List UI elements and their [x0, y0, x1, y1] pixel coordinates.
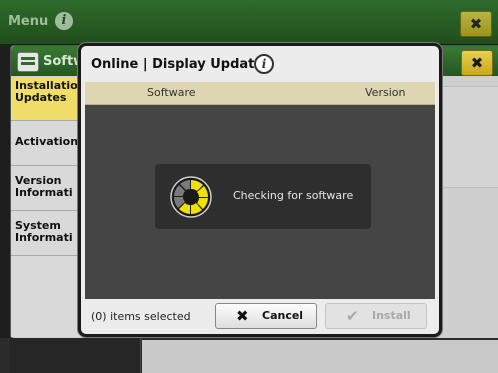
install-button-label: Install	[372, 309, 411, 322]
close-icon[interactable]: ✖	[460, 11, 492, 37]
content-panel	[441, 86, 498, 188]
info-icon[interactable]: i	[254, 54, 274, 74]
progress-message: Checking for software	[233, 189, 354, 202]
loading-spinner-icon	[170, 176, 212, 218]
top-menu-bar: Menu i ✖	[0, 0, 498, 45]
checkmark-icon: ✔	[346, 307, 359, 325]
column-header-software: Software	[147, 86, 196, 99]
display-settings-icon	[17, 52, 39, 72]
bottom-right-panel	[142, 340, 498, 373]
close-icon[interactable]: ✖	[461, 50, 493, 76]
info-icon[interactable]: i	[55, 12, 73, 30]
column-header-version: Version	[365, 86, 406, 99]
progress-indicator: Checking for software	[155, 164, 371, 229]
close-icon: ✖	[236, 307, 249, 325]
cancel-button[interactable]: ✖ Cancel	[215, 303, 317, 329]
menu-title[interactable]: Menu	[8, 14, 48, 29]
items-selected-count: (0) items selected	[91, 310, 191, 323]
software-list: Checking for software	[85, 105, 435, 299]
table-header: Software Version	[85, 82, 435, 105]
display-updates-dialog: Online | Display Updates i Software Vers…	[78, 43, 442, 337]
dialog-footer: (0) items selected ✖ Cancel ✔ Install	[85, 300, 435, 332]
cancel-button-label: Cancel	[262, 309, 304, 322]
install-button[interactable]: ✔ Install	[325, 303, 427, 329]
dialog-title: Online | Display Updates	[91, 57, 271, 72]
bottom-left-panel	[10, 338, 141, 373]
